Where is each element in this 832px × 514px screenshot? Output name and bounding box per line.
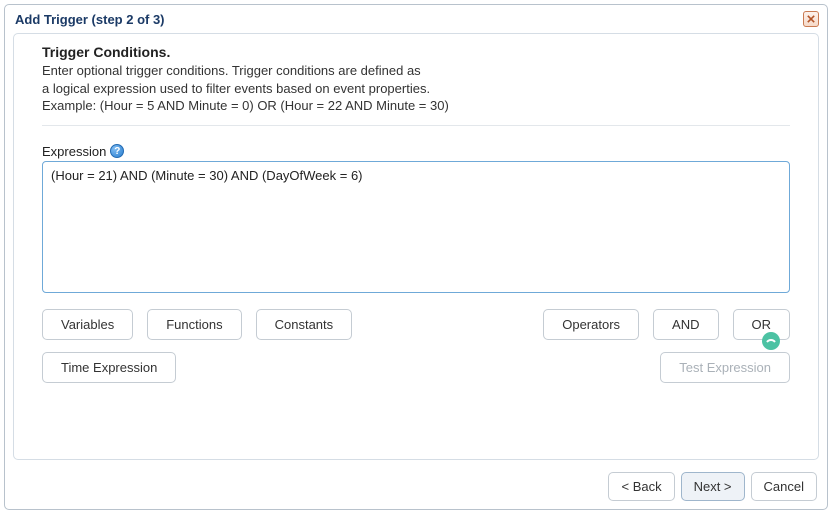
section-heading: Trigger Conditions. <box>42 44 790 60</box>
help-icon[interactable]: ? <box>110 144 124 158</box>
description-line2: a logical expression used to filter even… <box>42 80 790 98</box>
expression-input[interactable] <box>42 161 790 293</box>
next-button[interactable]: Next > <box>681 472 745 501</box>
time-expression-button[interactable]: Time Expression <box>42 352 176 383</box>
operators-button[interactable]: Operators <box>543 309 639 340</box>
toolbar-row2: Time Expression Test Expression <box>42 352 790 383</box>
functions-button[interactable]: Functions <box>147 309 241 340</box>
close-button[interactable] <box>803 11 819 27</box>
close-icon <box>807 15 815 23</box>
resize-arc-icon <box>766 336 776 346</box>
dialog-title: Add Trigger (step 2 of 3) <box>15 12 165 27</box>
footer: < Back Next > Cancel <box>5 466 827 509</box>
toolbar-row1: Variables Functions Constants Operators … <box>42 309 790 340</box>
test-expression-button: Test Expression <box>660 352 790 383</box>
constants-button[interactable]: Constants <box>256 309 353 340</box>
dialog: Add Trigger (step 2 of 3) Trigger Condit… <box>4 4 828 510</box>
or-button[interactable]: OR <box>733 309 791 340</box>
back-button[interactable]: < Back <box>608 472 674 501</box>
description-line3: Example: (Hour = 5 AND Minute = 0) OR (H… <box>42 97 790 115</box>
cancel-button[interactable]: Cancel <box>751 472 817 501</box>
titlebar: Add Trigger (step 2 of 3) <box>5 5 827 31</box>
variables-button[interactable]: Variables <box>42 309 133 340</box>
description-line1: Enter optional trigger conditions. Trigg… <box>42 62 790 80</box>
divider <box>42 125 790 126</box>
resize-handle[interactable] <box>762 332 780 350</box>
expression-label-row: Expression ? <box>42 144 790 159</box>
content-panel: Trigger Conditions. Enter optional trigg… <box>13 33 819 460</box>
and-button[interactable]: AND <box>653 309 718 340</box>
expression-label: Expression <box>42 144 106 159</box>
